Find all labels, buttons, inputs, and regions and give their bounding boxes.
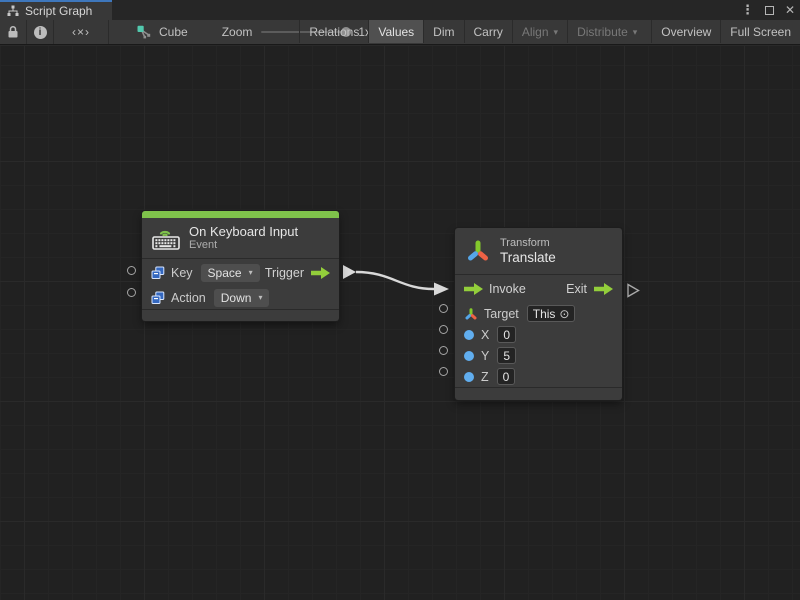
- z-value-field[interactable]: 0: [497, 368, 516, 385]
- lock-button[interactable]: [0, 20, 27, 44]
- invoke-exit-row: Invoke Exit: [455, 275, 622, 303]
- graph-hierarchy-icon: [7, 5, 19, 17]
- y-row: Y 5: [455, 345, 622, 366]
- invoke-input-port[interactable]: [434, 283, 449, 296]
- float-port-dot: [464, 330, 474, 340]
- chevron-down-icon: ▾: [258, 291, 262, 305]
- node-title: Translate: [500, 250, 556, 265]
- event-accent-bar: [142, 211, 339, 218]
- key-dropdown[interactable]: Space ▾: [201, 264, 260, 282]
- connection-wire[interactable]: [356, 272, 434, 289]
- x-input-port[interactable]: [439, 325, 448, 334]
- target-value-field[interactable]: This ⊙: [527, 305, 576, 322]
- action-input-port[interactable]: [127, 288, 136, 297]
- target-row: Target This ⊙: [455, 303, 622, 324]
- y-value-field[interactable]: 5: [497, 347, 516, 364]
- translate-node[interactable]: Transform Translate Invoke Exit: [455, 228, 622, 400]
- tab-title: Script Graph: [25, 4, 92, 18]
- code-icon: ‹×›: [72, 25, 90, 39]
- z-row: Z 0: [455, 366, 622, 387]
- flow-arrow-icon: [311, 267, 330, 279]
- script-graph-window: Script Graph ⋮ ✕ i ‹×›: [0, 0, 800, 600]
- wire-layer: [0, 46, 800, 600]
- enum-type-icon: [151, 291, 165, 305]
- graph-target-label: Cube: [159, 25, 188, 39]
- dim-button[interactable]: Dim: [423, 20, 463, 43]
- transform-axes-icon: [465, 238, 491, 264]
- info-button[interactable]: i: [27, 20, 54, 44]
- target-input-port[interactable]: [439, 304, 448, 313]
- zoom-label: Zoom: [222, 25, 253, 39]
- node-title: On Keyboard Input: [189, 224, 298, 239]
- trigger-label: Trigger: [265, 266, 304, 280]
- chevron-down-icon: ▾: [633, 27, 638, 38]
- carry-button[interactable]: Carry: [464, 20, 512, 43]
- script-graph-asset-icon: [137, 25, 152, 39]
- window-menu-icon[interactable]: ⋮: [741, 2, 754, 18]
- trigger-output-port[interactable]: [343, 265, 356, 279]
- values-button[interactable]: Values: [368, 20, 423, 43]
- chevron-down-icon: ▾: [554, 27, 559, 38]
- info-icon: i: [34, 26, 47, 39]
- flow-arrow-icon: [594, 283, 613, 295]
- action-label: Action: [171, 291, 206, 305]
- node-footer: [142, 309, 339, 321]
- graph-toolbar: i ‹×› Cube Zoom 1x Relations Values Dim: [0, 20, 800, 45]
- float-port-dot: [464, 372, 474, 382]
- z-label: Z: [481, 370, 489, 384]
- x-value-field[interactable]: 0: [497, 326, 516, 343]
- distribute-button[interactable]: Distribute▾: [567, 20, 646, 43]
- enum-type-icon: [151, 266, 165, 280]
- node-subtitle: Event: [189, 239, 298, 252]
- graph-canvas[interactable]: On Keyboard Input Event Key Spac: [0, 46, 800, 600]
- exit-label: Exit: [566, 282, 587, 296]
- y-input-port[interactable]: [439, 346, 448, 355]
- graph-target-indicator[interactable]: Cube: [109, 20, 202, 44]
- maximize-icon[interactable]: [765, 6, 774, 15]
- key-label: Key: [171, 266, 193, 280]
- invoke-label: Invoke: [489, 282, 526, 296]
- y-label: Y: [481, 349, 489, 363]
- target-label: Target: [484, 307, 519, 321]
- action-dropdown[interactable]: Down ▾: [214, 289, 270, 307]
- tab-script-graph[interactable]: Script Graph: [0, 0, 112, 20]
- toolbar-toggle-group: Relations Values Dim Carry Align▾ Distri…: [299, 20, 800, 43]
- fullscreen-button[interactable]: Full Screen: [720, 20, 800, 43]
- close-icon[interactable]: ✕: [785, 3, 795, 17]
- x-label: X: [481, 328, 489, 342]
- node-category: Transform: [500, 237, 556, 250]
- chevron-down-icon: ▾: [249, 266, 253, 280]
- transform-type-icon: [464, 307, 478, 321]
- relations-button[interactable]: Relations: [299, 20, 368, 43]
- align-button[interactable]: Align▾: [512, 20, 567, 43]
- lock-icon: [7, 25, 19, 39]
- overview-button[interactable]: Overview: [651, 20, 720, 43]
- keyboard-input-icon: [152, 227, 180, 250]
- object-picker-icon[interactable]: ⊙: [559, 307, 569, 321]
- key-input-port[interactable]: [127, 266, 136, 275]
- key-row: Key Space ▾ Trigger: [142, 259, 339, 286]
- z-input-port[interactable]: [439, 367, 448, 376]
- flow-arrow-icon: [464, 283, 483, 295]
- action-row: Action Down ▾: [142, 286, 339, 309]
- on-keyboard-input-node[interactable]: On Keyboard Input Event Key Spac: [142, 211, 339, 321]
- node-footer: [455, 387, 622, 400]
- title-bar: Script Graph ⋮ ✕: [0, 0, 800, 20]
- code-preview-button[interactable]: ‹×›: [54, 20, 109, 44]
- exit-output-port[interactable]: [628, 285, 639, 297]
- float-port-dot: [464, 351, 474, 361]
- x-row: X 0: [455, 324, 622, 345]
